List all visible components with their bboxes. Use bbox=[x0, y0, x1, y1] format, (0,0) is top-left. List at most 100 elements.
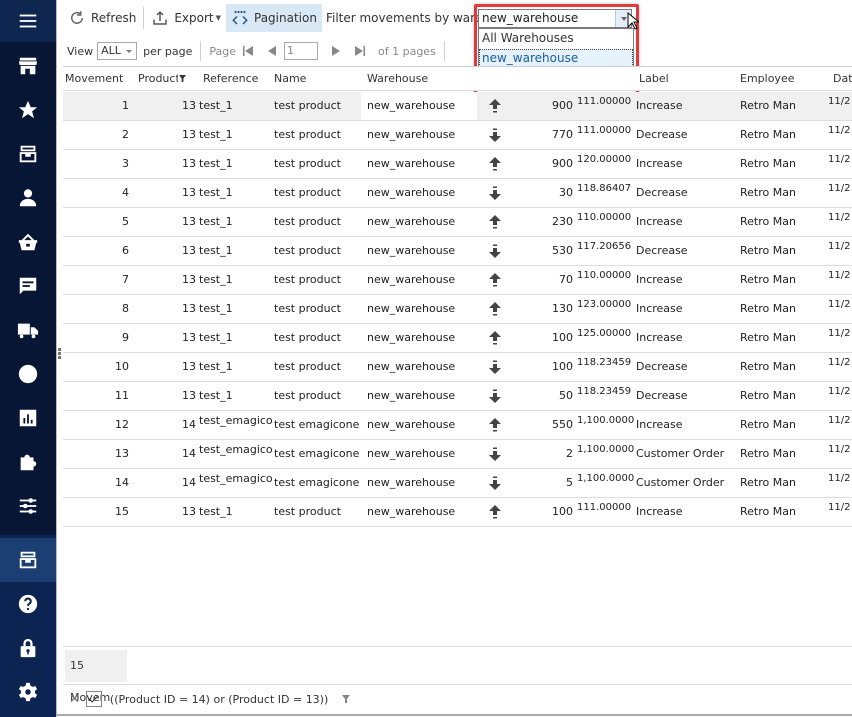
previous-page-icon[interactable] bbox=[266, 45, 278, 57]
sidebar-item-stats[interactable] bbox=[0, 396, 56, 440]
cell-quantity: 550 bbox=[552, 418, 573, 431]
column-header-date[interactable]: Dat bbox=[833, 67, 852, 91]
cell-reference: test_1 bbox=[199, 99, 233, 112]
table-row[interactable]: 7 13 test_1 test product new_warehouse 70 110.… bbox=[63, 266, 852, 295]
cell-price: 123.00000 bbox=[577, 299, 632, 310]
column-header-reference[interactable]: Reference bbox=[203, 67, 258, 91]
filter-dropdown-icon[interactable] bbox=[342, 695, 351, 703]
cell-reference: test_emagico bbox=[199, 414, 273, 427]
column-header-label[interactable]: Label bbox=[639, 67, 669, 91]
sidebar-item-orders[interactable] bbox=[0, 220, 56, 264]
cell-product: 13 bbox=[182, 128, 196, 141]
cell-name: test emagicone bbox=[274, 476, 360, 489]
per-page-select[interactable]: ALL bbox=[97, 42, 138, 60]
refresh-button[interactable]: Refresh bbox=[63, 4, 141, 32]
table-row[interactable]: 12 14 test_emagico test emagicone new_wareho… bbox=[63, 411, 852, 440]
table-row[interactable]: 14 14 test_emagico test emagicone new_wareho… bbox=[63, 469, 852, 498]
cell-name: test product bbox=[274, 273, 341, 286]
cell-employee: Retro Man bbox=[740, 157, 796, 170]
table-row[interactable]: 2 13 test_1 test product new_warehouse 770 111… bbox=[63, 121, 852, 150]
inbox-icon bbox=[19, 145, 37, 163]
column-header-name[interactable]: Name bbox=[274, 67, 306, 91]
cell-date: 11/2 bbox=[828, 212, 851, 223]
table-row[interactable]: 13 14 test_emagico test emagicone new_wareho… bbox=[63, 440, 852, 469]
cell-warehouse: new_warehouse bbox=[367, 505, 456, 518]
sidebar-item-preferences[interactable] bbox=[0, 484, 56, 528]
clear-filter-icon[interactable]: ✕ bbox=[69, 692, 80, 707]
sidebar-item-catalog[interactable] bbox=[0, 132, 56, 176]
cell-product: 13 bbox=[182, 273, 196, 286]
cell-product: 13 bbox=[182, 331, 196, 344]
column-header-movement[interactable]: Movement bbox=[65, 67, 123, 91]
pagination-button[interactable]: Pagination bbox=[226, 4, 322, 32]
cell-movement: 5 bbox=[122, 215, 129, 228]
table-row[interactable]: 1 13 test_1 test product new_warehouse 900 111… bbox=[63, 92, 852, 121]
cell-label: Increase bbox=[636, 331, 683, 344]
filter-enabled-checkbox[interactable] bbox=[85, 691, 102, 707]
last-page-icon[interactable] bbox=[354, 45, 366, 57]
cell-reference: test_1 bbox=[199, 157, 233, 170]
column-header-warehouse[interactable]: Warehouse bbox=[367, 67, 428, 91]
arrow-down-icon bbox=[489, 128, 501, 142]
column-header-employee[interactable]: Employee bbox=[740, 67, 794, 91]
column-header-product[interactable]: Product bbox=[138, 67, 178, 91]
cell-date: 11/2 bbox=[828, 386, 851, 397]
sidebar-item-store[interactable] bbox=[0, 44, 56, 88]
cell-employee: Retro Man bbox=[740, 273, 796, 286]
lock-icon bbox=[20, 638, 36, 658]
cell-label: Decrease bbox=[636, 128, 688, 141]
pager-separator-end bbox=[443, 41, 445, 61]
warehouse-filter-combo[interactable]: new_warehouse bbox=[478, 9, 632, 28]
next-page-icon[interactable] bbox=[330, 45, 342, 57]
cell-name: test product bbox=[274, 244, 341, 257]
cell-reference: test_1 bbox=[199, 273, 233, 286]
cell-label: Increase bbox=[636, 157, 683, 170]
sidebar-item-international[interactable] bbox=[0, 352, 56, 396]
sidebar-item-modules[interactable] bbox=[0, 440, 56, 484]
table-row[interactable]: 9 13 test_1 test product new_warehouse 100 125… bbox=[63, 324, 852, 353]
table-row[interactable]: 11 13 test_1 test product new_warehouse 50 118… bbox=[63, 382, 852, 411]
filter-bar: ✕ ((Product ID = 14) or (Product ID = 13… bbox=[69, 688, 351, 710]
sidebar-item-stock[interactable] bbox=[0, 538, 56, 582]
filter-expression[interactable]: ((Product ID = 14) or (Product ID = 13)) bbox=[110, 693, 328, 706]
cell-warehouse: new_warehouse bbox=[367, 418, 456, 431]
table-row[interactable]: 4 13 test_1 test product new_warehouse 30 118.… bbox=[63, 179, 852, 208]
export-button[interactable]: Export ▼ bbox=[146, 4, 226, 32]
page-number-input[interactable]: 1 bbox=[284, 42, 318, 60]
cell-name: test product bbox=[274, 128, 341, 141]
first-page-icon[interactable] bbox=[242, 45, 254, 57]
sidebar-item-customers[interactable] bbox=[0, 176, 56, 220]
sidebar-item-favorites[interactable] bbox=[0, 88, 56, 132]
cell-name: test product bbox=[274, 302, 341, 315]
filter-divider bbox=[63, 684, 852, 685]
filter-icon[interactable] bbox=[179, 75, 186, 82]
sidebar-item-security[interactable] bbox=[0, 626, 56, 670]
table-row[interactable]: 6 13 test_1 test product new_warehouse 530 117… bbox=[63, 237, 852, 266]
sidebar-item-help[interactable] bbox=[0, 582, 56, 626]
sidebar-item-shipping[interactable] bbox=[0, 308, 56, 352]
cell-price: 111.00000 bbox=[577, 502, 632, 513]
cell-movement: 7 bbox=[122, 273, 129, 286]
cell-name: test product bbox=[274, 505, 341, 518]
cell-employee: Retro Man bbox=[740, 331, 796, 344]
cell-movement: 14 bbox=[115, 476, 129, 489]
cell-warehouse: new_warehouse bbox=[367, 360, 456, 373]
cell-product: 13 bbox=[182, 302, 196, 315]
cell-label: Decrease bbox=[636, 186, 688, 199]
table-row[interactable]: 15 13 test_1 test product new_warehouse 100 11… bbox=[63, 498, 852, 527]
cell-quantity: 770 bbox=[552, 128, 573, 141]
table-row[interactable]: 5 13 test_1 test product new_warehouse 230 110… bbox=[63, 208, 852, 237]
table-row[interactable]: 10 13 test_1 test product new_warehouse 100 11… bbox=[63, 353, 852, 382]
cell-product: 14 bbox=[182, 447, 196, 460]
cell-price: 110.00000 bbox=[577, 212, 632, 223]
cell-warehouse: new_warehouse bbox=[367, 331, 456, 344]
splitter-grip[interactable] bbox=[58, 348, 62, 362]
sidebar-item-settings[interactable] bbox=[0, 670, 56, 714]
sidebar-menu-button[interactable] bbox=[0, 0, 56, 42]
cell-reference: test_emagico bbox=[199, 472, 273, 485]
table-row[interactable]: 8 13 test_1 test product new_warehouse 130 123… bbox=[63, 295, 852, 324]
warehouse-option-all[interactable]: All Warehouses bbox=[479, 29, 633, 49]
star-icon bbox=[18, 100, 38, 119]
table-row[interactable]: 3 13 test_1 test product new_warehouse 900 120… bbox=[63, 150, 852, 179]
sidebar-item-messages[interactable] bbox=[0, 264, 56, 308]
